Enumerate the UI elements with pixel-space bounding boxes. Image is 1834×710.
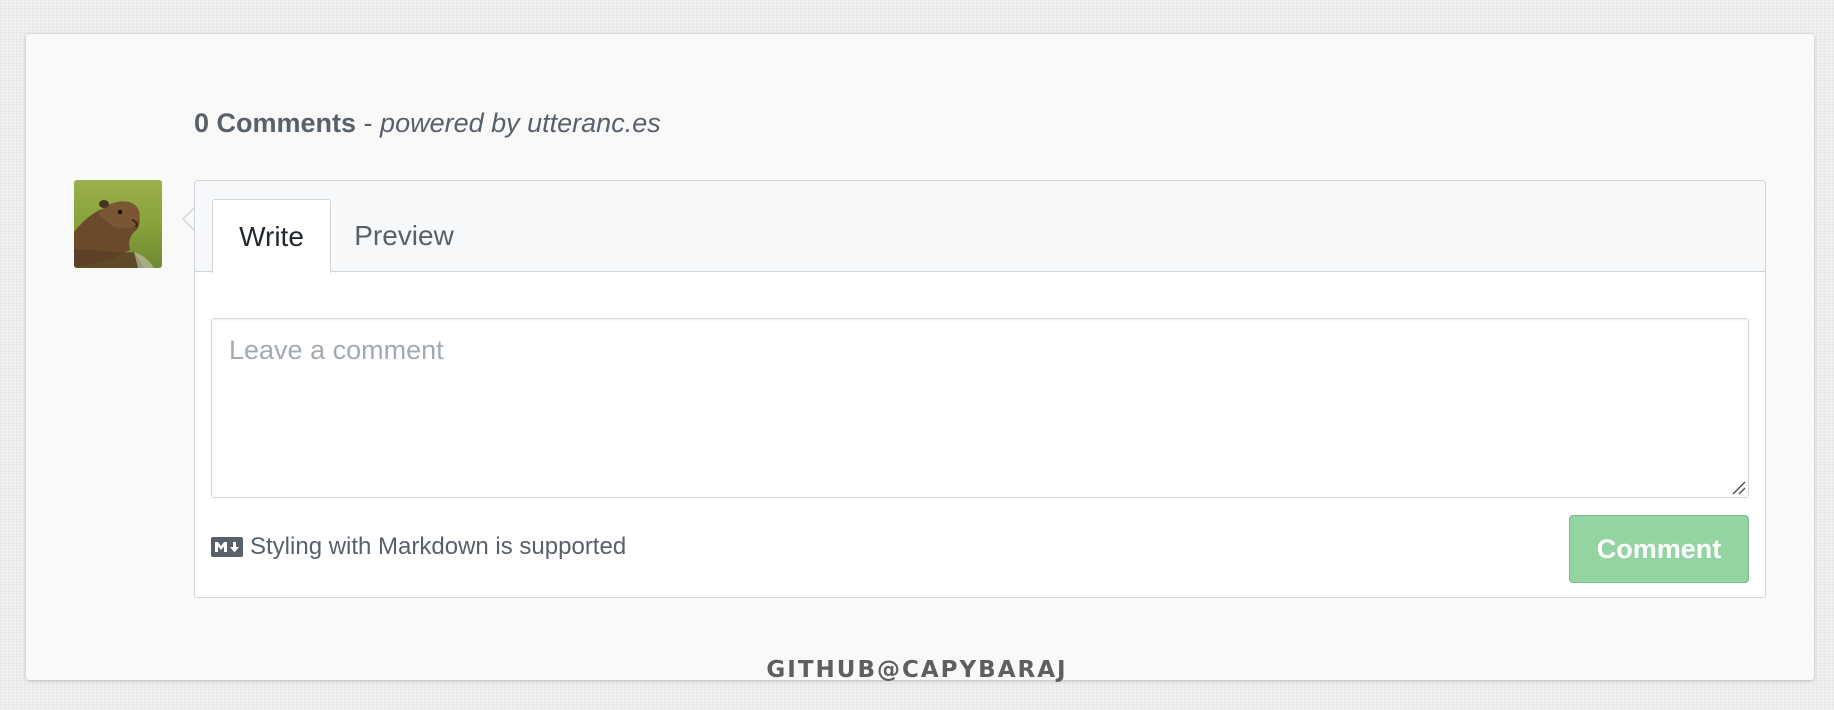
footer-credit: GITHUB@CAPYBARAJ — [766, 657, 1068, 683]
header-separator: - — [356, 108, 381, 138]
markdown-note[interactable]: Styling with Markdown is supported — [211, 533, 626, 561]
comment-editor: Write Preview Leave a comment Styling wi… — [194, 180, 1766, 598]
tab-write[interactable]: Write — [212, 199, 331, 273]
comment-placeholder: Leave a comment — [229, 335, 444, 365]
capybara-avatar-icon — [74, 180, 162, 268]
comments-header: 0 Comments - powered by utteranc.es — [194, 108, 661, 139]
powered-by-link[interactable]: powered by utteranc.es — [380, 108, 661, 138]
markdown-icon — [211, 537, 243, 557]
markdown-note-text: Styling with Markdown is supported — [250, 533, 627, 560]
comment-textarea[interactable]: Leave a comment — [211, 318, 1749, 498]
tab-preview[interactable]: Preview — [341, 199, 467, 272]
comment-count: 0 Comments — [194, 108, 357, 138]
editor-tab-bar: Write Preview — [195, 181, 1765, 273]
resize-handle-icon[interactable] — [1730, 479, 1746, 495]
avatar[interactable] — [74, 180, 162, 268]
comment-submit-button[interactable]: Comment — [1569, 515, 1749, 583]
